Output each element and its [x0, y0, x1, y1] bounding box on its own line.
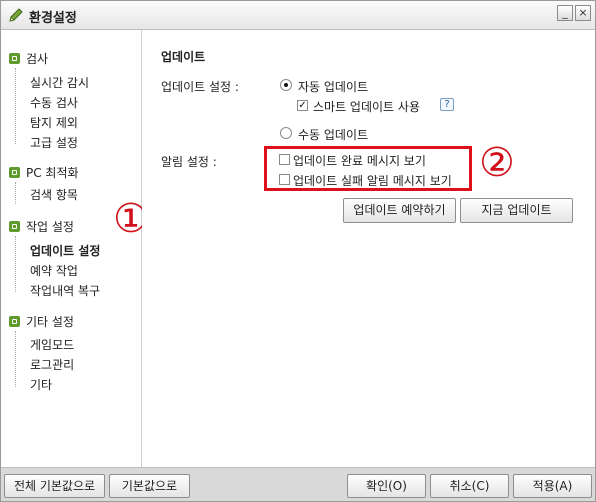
sidebar-item-advanced[interactable]: 고급 설정 [30, 134, 78, 151]
auto-update-radio[interactable] [280, 79, 292, 91]
pencil-icon [9, 8, 23, 22]
reset-all-button[interactable]: 전체 기본값으로 [4, 474, 105, 498]
alert-setting-label: 알림 설정 : [161, 155, 217, 169]
window-title: 환경설정 [29, 11, 77, 26]
annotation-two: ② [479, 140, 515, 186]
group-bullet-icon [9, 316, 20, 327]
update-setting-label: 업데이트 설정 : [161, 80, 239, 94]
sidebar-item-manual-scan[interactable]: 수동 검사 [30, 94, 78, 111]
sidebar-group-task[interactable]: 작업 설정 [9, 218, 74, 235]
sidebar-item-update-settings[interactable]: 업데이트 설정 [30, 242, 100, 259]
sidebar-item-restore[interactable]: 작업내역 복구 [30, 282, 100, 299]
sidebar-group-scan[interactable]: 검사 [9, 50, 48, 67]
smart-update-checkbox[interactable]: ✓ [297, 100, 308, 111]
group-bullet-icon [9, 167, 20, 178]
sidebar-item-scheduled-task[interactable]: 예약 작업 [30, 262, 78, 279]
manual-update-radio[interactable] [280, 127, 292, 139]
auto-update-label[interactable]: 자동 업데이트 [298, 78, 368, 95]
sidebar-item-game-mode[interactable]: 게임모드 [30, 336, 74, 353]
sidebar-group-etc[interactable]: 기타 설정 [9, 313, 74, 330]
title-bar[interactable]: 환경설정 _ × [1, 1, 595, 30]
group-bullet-icon [9, 221, 20, 232]
ok-button[interactable]: 확인(O) [347, 474, 426, 498]
apply-button[interactable]: 적용(A) [513, 474, 592, 498]
minimize-button[interactable]: _ [557, 5, 573, 21]
sidebar-item-log[interactable]: 로그관리 [30, 356, 74, 373]
smart-update-label[interactable]: 스마트 업데이트 사용 [313, 98, 420, 115]
alert-complete-label[interactable]: 업데이트 완료 메시지 보기 [293, 152, 426, 169]
sidebar-item-exclude[interactable]: 탐지 제외 [30, 114, 78, 131]
sidebar-item-realtime[interactable]: 실시간 감시 [30, 74, 89, 91]
reset-default-button[interactable]: 기본값으로 [109, 474, 190, 498]
close-button[interactable]: × [575, 5, 591, 21]
tree-line [15, 68, 17, 144]
section-title: 업데이트 [161, 50, 206, 64]
manual-update-label[interactable]: 수동 업데이트 [298, 126, 368, 143]
sidebar: 검사 실시간 감시 수동 검사 탐지 제외 고급 설정 PC 최적화 검색 항목… [1, 30, 142, 467]
tree-line [15, 182, 17, 204]
group-bullet-icon [9, 53, 20, 64]
help-icon[interactable]: ? [440, 98, 454, 111]
update-now-button[interactable]: 지금 업데이트 [460, 198, 573, 223]
sidebar-group-pc-optimize[interactable]: PC 최적화 [9, 164, 79, 181]
schedule-update-button[interactable]: 업데이트 예약하기 [343, 198, 456, 223]
cancel-button[interactable]: 취소(C) [430, 474, 509, 498]
alert-fail-checkbox[interactable] [279, 174, 290, 185]
main-content: 업데이트 업데이트 설정 : 자동 업데이트 ✓ 스마트 업데이트 사용 ? 수… [142, 30, 595, 467]
alert-fail-label[interactable]: 업데이트 실패 알림 메시지 보기 [293, 172, 452, 189]
settings-window: 환경설정 _ × 검사 실시간 감시 수동 검사 탐지 제외 고급 설정 PC … [0, 0, 596, 502]
sidebar-item-search-items[interactable]: 검색 항목 [30, 186, 78, 203]
tree-line [15, 331, 17, 387]
tree-line [15, 236, 17, 292]
alert-complete-checkbox[interactable] [279, 154, 290, 165]
footer-bar: 전체 기본값으로 기본값으로 확인(O) 취소(C) 적용(A) [1, 467, 595, 501]
sidebar-item-etc[interactable]: 기타 [30, 376, 52, 393]
